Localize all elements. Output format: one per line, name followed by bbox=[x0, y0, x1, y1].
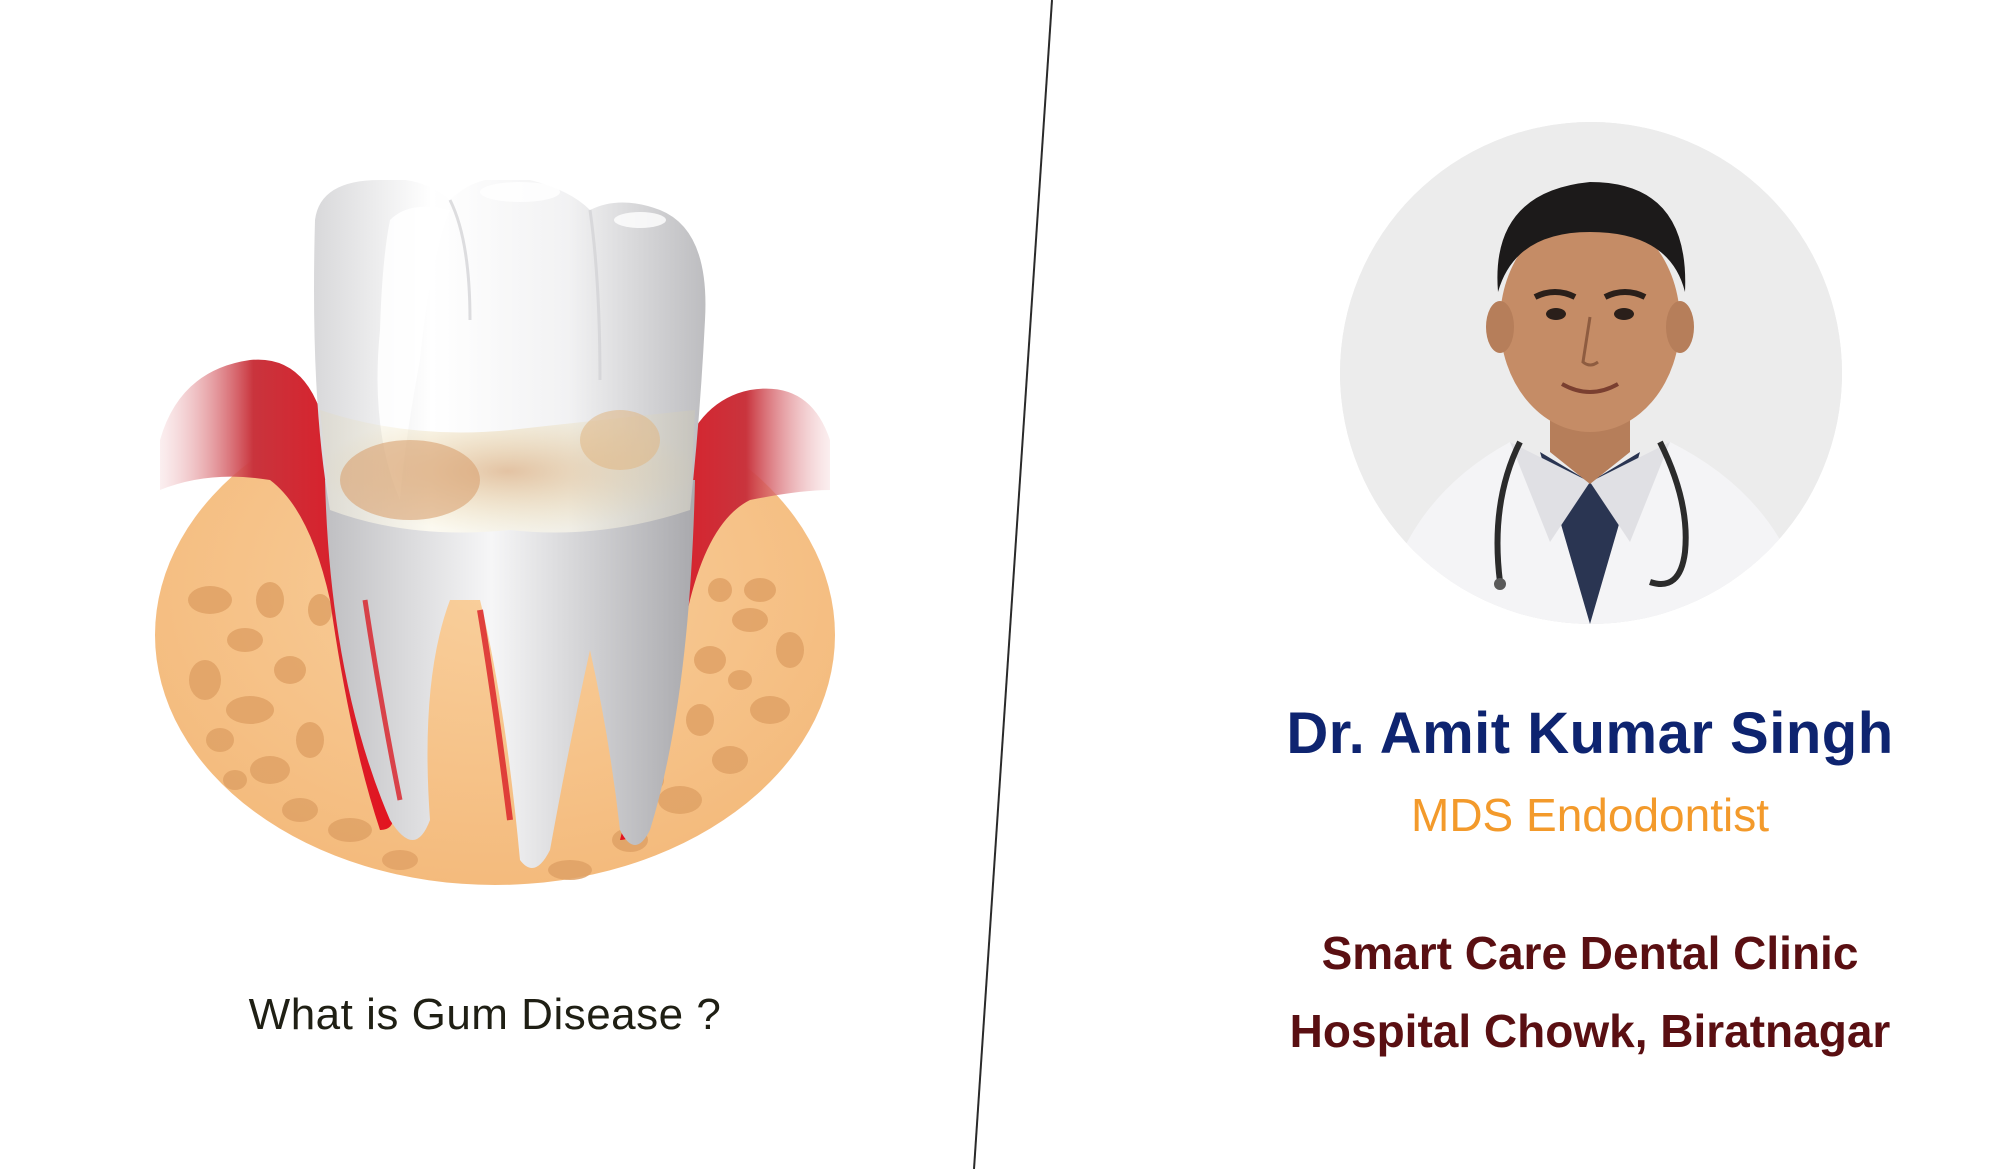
doctor-name: Dr. Amit Kumar Singh bbox=[1286, 701, 1894, 766]
right-panel: Dr. Amit Kumar Singh MDS Endodontist Sma… bbox=[1010, 0, 2000, 1169]
left-panel: What is Gum Disease ? bbox=[0, 0, 1010, 1169]
clinic-address: Hospital Chowk, Biratnagar bbox=[1289, 1005, 1891, 1057]
doctor-portrait-icon bbox=[1340, 122, 1842, 624]
page: What is Gum Disease ? Dr. Amit Kumar Sin… bbox=[0, 0, 2000, 1169]
clinic-name: Smart Care Dental Clinic bbox=[1321, 927, 1859, 979]
caption-what-is-gum-disease: What is Gum Disease ? bbox=[248, 990, 722, 1039]
doctor-portrait bbox=[1340, 122, 1842, 624]
doctor-qualification: MDS Endodontist bbox=[1411, 789, 1769, 841]
tooth-illustration-icon bbox=[155, 180, 835, 885]
